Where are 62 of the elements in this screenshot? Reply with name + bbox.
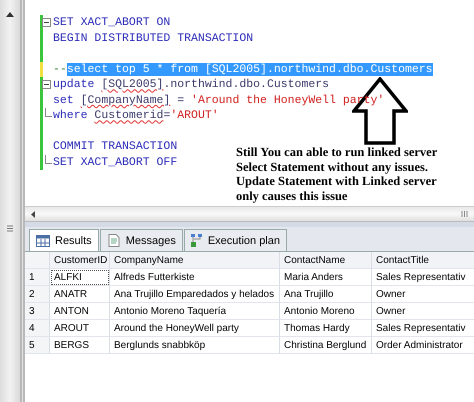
grid-icon bbox=[36, 234, 50, 246]
column-header[interactable]: CustomerID bbox=[50, 252, 110, 269]
column-header[interactable]: CompanyName bbox=[110, 252, 280, 269]
table-cell: Owner bbox=[372, 303, 474, 320]
table-cell: Owner bbox=[372, 286, 474, 303]
row-number[interactable]: 5 bbox=[25, 337, 50, 354]
row-number[interactable]: 3 bbox=[25, 303, 50, 320]
code-text: = bbox=[176, 94, 186, 107]
column-header[interactable]: ContactName bbox=[280, 252, 372, 269]
annotation-text: Select Statement without any issues. bbox=[236, 160, 430, 174]
collapse-icon[interactable] bbox=[42, 18, 51, 27]
scroll-left-icon[interactable] bbox=[31, 210, 35, 218]
horizontal-scrollbar[interactable] bbox=[25, 206, 474, 222]
code-text: COMMIT TRANSACTION bbox=[53, 140, 178, 154]
row-number[interactable]: 1 bbox=[25, 269, 50, 286]
table-cell: Ana Trujillo bbox=[280, 286, 372, 303]
code-text: 'AROUT' bbox=[170, 109, 219, 122]
code-text: SET XACT_ABORT OFF bbox=[53, 156, 178, 169]
code-text: update bbox=[53, 78, 96, 92]
code-text: SET XACT_ABORT ON bbox=[53, 16, 170, 30]
table-cell: Christina Berglund bbox=[280, 337, 372, 354]
table-cell: Maria Anders bbox=[280, 269, 372, 286]
code-text: .northwind.dbo.Customers bbox=[163, 78, 330, 92]
annotation-text: Update Statement with Linked server bbox=[236, 174, 438, 188]
table-cell: Thomas Hardy bbox=[280, 320, 372, 337]
code-text: where bbox=[53, 109, 89, 122]
scroll-up-icon[interactable] bbox=[6, 12, 14, 17]
annotation-text: only causes this issue bbox=[236, 188, 348, 203]
table-cell: ANATR bbox=[50, 286, 110, 303]
table-cell: Sales Representativ bbox=[372, 320, 474, 337]
document-icon bbox=[106, 234, 121, 247]
row-number[interactable]: 4 bbox=[25, 320, 50, 337]
table-cell: Berglunds snabbköp bbox=[110, 337, 280, 354]
table-cell: BERGS bbox=[50, 337, 110, 354]
code-text: -- bbox=[53, 62, 67, 76]
selected-code: select top 5 * from [SQL2005].northwind.dbo.Customers bbox=[66, 62, 433, 76]
table-cell: ALFKI bbox=[50, 269, 110, 286]
plan-icon bbox=[190, 234, 203, 248]
table-cell: Alfreds Futterkiste bbox=[110, 269, 280, 286]
results-tab[interactable]: Results bbox=[29, 229, 99, 251]
grip-icon[interactable] bbox=[461, 211, 468, 217]
annotation-text: Still You can able to run linked server bbox=[236, 145, 438, 160]
table-cell: Sales Representativ bbox=[372, 269, 474, 286]
table-cell: Ana Trujillo Emparedados y helados bbox=[110, 286, 280, 303]
code-text: set bbox=[53, 94, 75, 107]
code-text: = bbox=[163, 109, 170, 122]
code-text: [SQL2005] bbox=[101, 78, 164, 92]
row-number[interactable]: 2 bbox=[25, 286, 50, 303]
grip-icon[interactable] bbox=[7, 225, 13, 232]
collapse-icon[interactable] bbox=[42, 80, 51, 89]
column-header[interactable]: ContactTitle bbox=[372, 252, 474, 269]
code-text: Customerid bbox=[94, 109, 164, 122]
table-cell: ANTON bbox=[50, 303, 110, 320]
code-text: BEGIN DISTRIBUTED TRANSACTION bbox=[53, 32, 254, 45]
table-cell: Around the HoneyWell party bbox=[110, 320, 280, 337]
table-cell: Antonio Moreno Taquería bbox=[110, 303, 280, 320]
table-cell: Antonio Moreno bbox=[280, 303, 372, 320]
results-tab[interactable]: Messages bbox=[100, 229, 183, 251]
table-cell: AROUT bbox=[50, 320, 110, 337]
table-cell: Order Administrator bbox=[372, 337, 474, 354]
results-tab[interactable]: Execution plan bbox=[184, 229, 287, 251]
code-text: [CompanyName] bbox=[80, 94, 170, 107]
